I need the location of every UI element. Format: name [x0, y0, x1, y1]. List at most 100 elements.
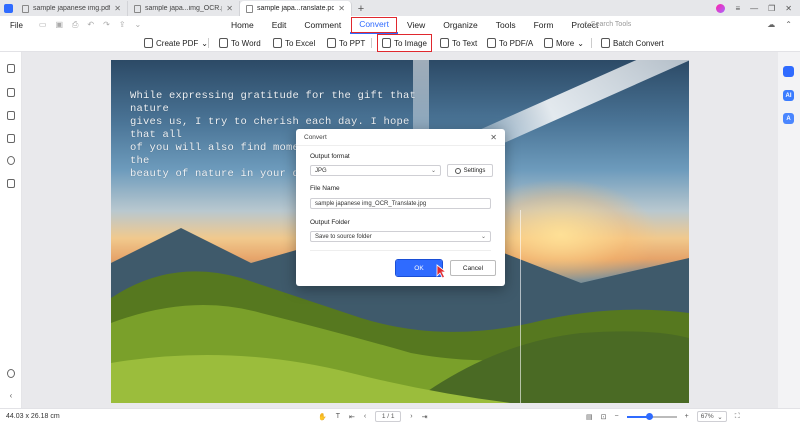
batch-convert-button[interactable]: Batch Convert — [598, 36, 667, 50]
menu-edit[interactable]: Edit — [263, 16, 296, 34]
batch-convert-icon — [601, 38, 610, 48]
close-icon[interactable]: ✕ — [490, 133, 497, 142]
search-tools-input[interactable]: ⌕ Search Tools — [584, 20, 631, 28]
first-page-icon[interactable]: ⇤ — [349, 413, 355, 421]
window-controls: ≡ — ❐ ✕ — [716, 0, 800, 16]
more-label: More — [556, 38, 575, 48]
select-text-icon[interactable]: T — [336, 413, 340, 420]
collapse-icon[interactable]: ⌃ — [785, 20, 792, 29]
zoom-slider[interactable] — [626, 412, 677, 420]
page-navigation: ✋ T ⇤ ‹ 1 / 1 › ⇥ — [318, 411, 427, 422]
cursor-icon — [436, 264, 448, 279]
fullscreen-icon[interactable]: ⛶ — [735, 413, 740, 421]
page-thumbnail-icon[interactable] — [6, 63, 16, 73]
guide-line — [520, 210, 521, 403]
menu-tools[interactable]: Tools — [487, 16, 525, 34]
redo-icon[interactable]: ↷ — [103, 20, 110, 30]
more-menu-icon[interactable]: ≡ — [735, 4, 740, 13]
attachment-icon[interactable] — [6, 133, 16, 143]
search-tools-placeholder: Search Tools — [590, 20, 632, 28]
layers-icon[interactable] — [6, 178, 16, 188]
page-text-line: While expressing gratitude for the gift … — [130, 90, 417, 115]
hand-icon[interactable]: ✋ — [318, 413, 327, 421]
tab-document-1[interactable]: sample japanese img.pdf ✕ — [16, 1, 128, 16]
zoom-slider-thumb[interactable] — [645, 412, 653, 420]
word-icon — [219, 38, 228, 48]
upload-cloud-icon[interactable]: ☁ — [767, 20, 775, 29]
print-icon[interactable]: ⎙ — [72, 20, 78, 30]
zoom-level-select[interactable]: 67% ⌄ — [696, 411, 727, 422]
menu-form[interactable]: Form — [525, 16, 563, 34]
to-word-button[interactable]: To Word — [216, 36, 264, 50]
zoom-in-icon[interactable]: + — [685, 413, 689, 420]
to-image-button[interactable]: To Image — [377, 34, 432, 52]
main-menu: Home Edit Comment Convert View Organize … — [222, 16, 607, 34]
minimize-icon[interactable]: — — [750, 4, 758, 13]
quick-access-toolbar: ▭ ▣ ⎙ ↶ ↷ ⇪ ⌄ — [33, 20, 141, 30]
tab-document-2[interactable]: sample japa...img_OCR.pdf ✕ — [128, 1, 240, 16]
translate-icon[interactable]: A — [783, 113, 794, 124]
dialog-header: Convert ✕ — [296, 129, 505, 146]
menu-view[interactable]: View — [398, 16, 434, 34]
comment-icon[interactable] — [6, 110, 16, 120]
ai-assistant-icon[interactable]: AI — [783, 90, 794, 101]
collapse-left-icon[interactable]: ‹ — [6, 390, 16, 400]
close-tab-icon[interactable]: ✕ — [226, 4, 233, 13]
to-excel-button[interactable]: To Excel — [270, 36, 318, 50]
chevron-down-icon: ⌄ — [430, 168, 436, 174]
maximize-icon[interactable]: ❐ — [768, 4, 775, 13]
undo-icon[interactable]: ↶ — [87, 20, 94, 30]
search-icon: ⌕ — [584, 20, 588, 27]
menu-home[interactable]: Home — [222, 16, 263, 34]
avatar[interactable] — [716, 3, 726, 13]
page-number-input[interactable]: 1 / 1 — [375, 411, 402, 422]
left-sidebar: ‹ — [0, 52, 22, 408]
file-menu[interactable]: File — [0, 21, 33, 30]
chevron-down-icon[interactable]: ⌄ — [135, 20, 142, 30]
toolbar-divider — [371, 38, 372, 48]
open-icon[interactable]: ▭ — [39, 20, 47, 30]
new-tab-button[interactable]: + — [352, 1, 370, 16]
create-pdf-button[interactable]: Create PDF ⌄ — [141, 36, 211, 50]
cancel-button[interactable]: Cancel — [450, 260, 496, 276]
output-format-select[interactable]: JPG ⌄ — [310, 165, 441, 176]
pdfa-icon — [487, 38, 496, 48]
app-logo-icon — [0, 0, 16, 16]
save-icon[interactable]: ▣ — [55, 20, 63, 30]
help-icon[interactable] — [6, 368, 16, 378]
more-button[interactable]: More ⌄ — [541, 36, 587, 50]
zoom-controls: ▤ ⊡ − + 67% ⌄ ⛶ — [586, 411, 740, 422]
menu-organize[interactable]: Organize — [434, 16, 487, 34]
file-name-label: File Name — [310, 185, 340, 192]
close-tab-icon[interactable]: ✕ — [338, 4, 345, 13]
gear-icon — [454, 167, 461, 174]
chevron-down-icon: ⌄ — [201, 38, 208, 48]
menu-comment[interactable]: Comment — [295, 16, 350, 34]
file-name-input[interactable]: sample japanese img_OCR_Translate.jpg — [310, 198, 491, 209]
fit-page-icon[interactable]: ⊡ — [601, 413, 607, 421]
zoom-out-icon[interactable]: − — [615, 413, 619, 420]
close-window-icon[interactable]: ✕ — [785, 4, 792, 13]
create-pdf-label: Create PDF — [156, 38, 199, 48]
chevron-down-icon: ⌄ — [577, 38, 584, 48]
page-layout-icon[interactable]: ▤ — [586, 413, 593, 421]
dialog-title: Convert — [304, 133, 327, 141]
menu-right-icons: ☁ ⌃ — [767, 20, 792, 29]
menu-convert[interactable]: Convert — [350, 16, 398, 34]
last-page-icon[interactable]: ⇥ — [422, 413, 428, 421]
output-folder-select[interactable]: Save to source folder ⌄ — [310, 231, 491, 242]
settings-button[interactable]: Settings — [447, 164, 493, 177]
to-ppt-button[interactable]: To PPT — [324, 36, 368, 50]
bookmark-icon[interactable] — [6, 87, 16, 97]
next-page-icon[interactable]: › — [410, 413, 412, 420]
share-icon[interactable]: ⇪ — [119, 20, 126, 30]
excel-icon — [273, 38, 282, 48]
output-format-value: JPG — [315, 167, 327, 174]
prev-page-icon[interactable]: ‹ — [364, 413, 366, 420]
search-icon[interactable] — [6, 155, 16, 165]
to-pdfa-button[interactable]: To PDF/A — [484, 36, 536, 50]
close-tab-icon[interactable]: ✕ — [114, 4, 121, 13]
to-text-button[interactable]: To Text — [437, 36, 480, 50]
tab-document-3[interactable]: sample japa...ranslate.pdf ✕ — [240, 1, 352, 16]
properties-icon[interactable] — [783, 66, 794, 77]
